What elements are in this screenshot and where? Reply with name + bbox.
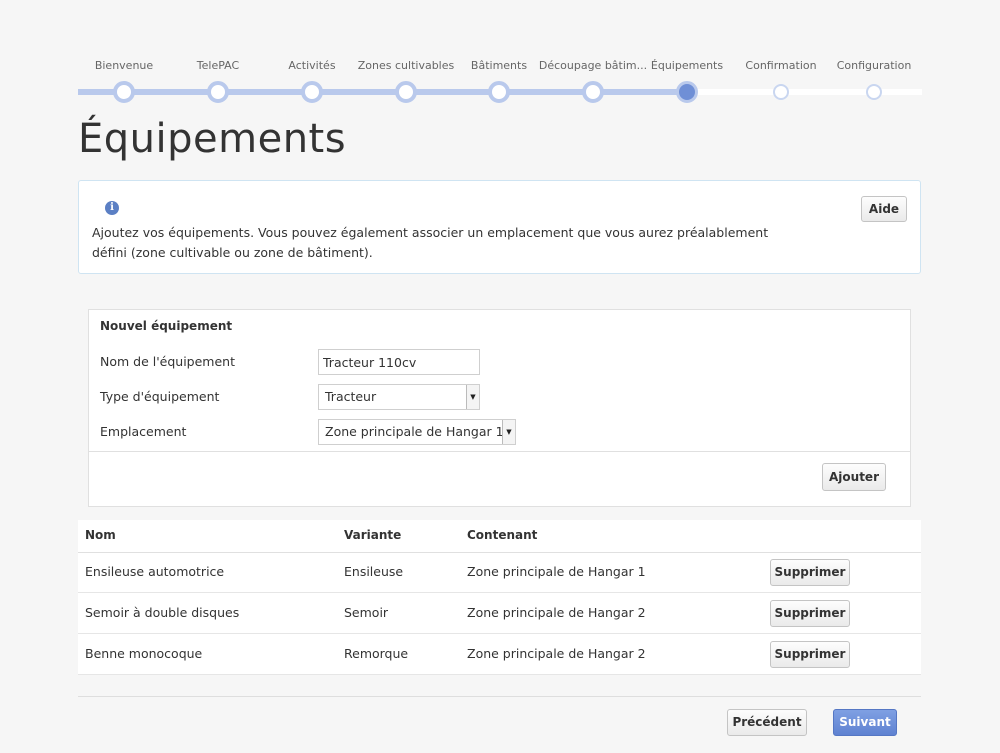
dropdown-arrow-icon[interactable]: ▼ <box>502 420 515 444</box>
column-header-variant: Variante <box>344 528 402 542</box>
step-dot[interactable] <box>866 84 882 100</box>
cell-container: Zone principale de Hangar 1 <box>467 564 646 579</box>
cell-name: Semoir à double disques <box>85 605 240 620</box>
table-row: Benne monocoque Remorque Zone principale… <box>78 634 921 675</box>
step-configuration[interactable]: Configuration <box>819 58 929 100</box>
table-row: Semoir à double disques Semoir Zone prin… <box>78 593 921 634</box>
step-dot[interactable] <box>773 84 789 100</box>
info-icon: i <box>105 201 119 215</box>
cell-name: Ensileuse automotrice <box>85 564 225 579</box>
table-row: Ensileuse automotrice Ensileuse Zone pri… <box>78 552 921 593</box>
cell-container: Zone principale de Hangar 2 <box>467 646 646 661</box>
equipment-table: Nom Variante Contenant Ensileuse automot… <box>78 520 921 675</box>
cell-name: Benne monocoque <box>85 646 203 661</box>
step-dot[interactable] <box>301 81 323 103</box>
location-value: Zone principale de Hangar 1 <box>325 424 504 439</box>
step-dot[interactable] <box>395 81 417 103</box>
delete-button[interactable]: Supprimer <box>770 600 850 627</box>
equipment-name-label: Nom de l'équipement <box>100 354 235 369</box>
page-title: Équipements <box>78 116 347 162</box>
step-label: Configuration <box>836 59 912 72</box>
info-panel: i Ajoutez vos équipements. Vous pouvez é… <box>78 180 921 274</box>
add-equipment-button[interactable]: Ajouter <box>822 463 886 491</box>
delete-button[interactable]: Supprimer <box>770 641 850 668</box>
cell-container: Zone principale de Hangar 2 <box>467 605 646 620</box>
equipment-type-label: Type d'équipement <box>100 389 220 404</box>
table-header: Nom Variante Contenant <box>78 520 921 553</box>
location-select[interactable]: Zone principale de Hangar 1 ▼ <box>318 419 516 445</box>
info-text: Ajoutez vos équipements. Vous pouvez éga… <box>92 225 769 260</box>
step-dot[interactable] <box>113 81 135 103</box>
step-dot-current[interactable] <box>676 81 698 103</box>
cell-variant: Ensileuse <box>344 564 404 579</box>
equipment-type-value: Tracteur <box>325 389 377 404</box>
previous-button[interactable]: Précédent <box>727 709 807 736</box>
form-title: Nouvel équipement <box>100 319 233 333</box>
wizard-stepper: Bienvenue TelePAC Activités Zones cultiv… <box>78 58 922 106</box>
next-button[interactable]: Suivant <box>833 709 897 736</box>
step-dot[interactable] <box>488 81 510 103</box>
column-header-container: Contenant <box>467 528 538 542</box>
delete-button[interactable]: Supprimer <box>770 559 850 586</box>
step-dot[interactable] <box>207 81 229 103</box>
cell-variant: Remorque <box>344 646 409 661</box>
location-label: Emplacement <box>100 424 187 439</box>
help-button[interactable]: Aide <box>861 196 907 222</box>
form-divider <box>89 451 910 452</box>
footer-divider <box>78 696 921 697</box>
dropdown-arrow-icon[interactable]: ▼ <box>466 385 479 409</box>
equipment-type-select[interactable]: Tracteur ▼ <box>318 384 480 410</box>
step-dot[interactable] <box>582 81 604 103</box>
column-header-name: Nom <box>85 528 116 542</box>
cell-variant: Semoir <box>344 605 389 620</box>
stepper-track-remaining <box>687 89 922 95</box>
equipment-name-input[interactable] <box>318 349 480 375</box>
new-equipment-form: Nouvel équipement Nom de l'équipement Ty… <box>88 309 911 507</box>
